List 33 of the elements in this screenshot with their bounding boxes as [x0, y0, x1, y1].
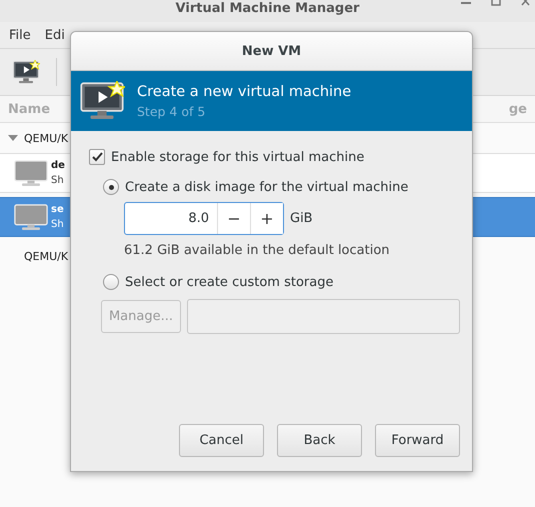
expander-icon[interactable]	[8, 135, 18, 141]
dialog-button[interactable]: Forward	[375, 424, 460, 457]
radio-label: Create a disk image for the virtual machine	[125, 180, 408, 194]
window-title: Virtual Machine Manager	[176, 1, 360, 16]
check-icon	[92, 152, 102, 162]
increment-button[interactable]: +	[250, 203, 283, 234]
close-icon[interactable]	[521, 0, 531, 6]
checkbox[interactable]	[89, 149, 105, 165]
radio-button[interactable]	[103, 274, 119, 290]
dialog-title: New VM	[242, 44, 302, 58]
radio-label: Select or create custom storage	[125, 274, 334, 290]
connection-name: QEMU/K	[24, 132, 68, 144]
checkbox-label: Enable storage for this virtual machine	[111, 150, 364, 164]
unit-label: GiB	[290, 211, 313, 226]
vm-icon	[79, 81, 125, 121]
size-field[interactable]: 8.0 − +	[124, 202, 284, 235]
radio-button[interactable]	[103, 179, 119, 195]
dialog-button[interactable]: Cancel	[179, 424, 264, 457]
maximize-icon[interactable]	[491, 0, 501, 6]
vm-name: se	[51, 203, 64, 217]
new-vm-icon	[12, 60, 40, 84]
menu-item[interactable]: Edi	[44, 28, 65, 42]
connection-name: QEMU/K	[24, 250, 68, 262]
vm-status: Sh	[51, 174, 65, 188]
available-space-text: 61.2 GiB available in the default location	[124, 243, 390, 258]
vm-status: Sh	[51, 218, 64, 232]
header-title: Create a new virtual machine	[137, 84, 352, 100]
vm-name: de	[51, 159, 65, 173]
monitor-icon	[14, 204, 48, 230]
step-label: Step 4 of 5	[137, 104, 206, 118]
menu-item[interactable]: File	[9, 28, 31, 42]
monitor-icon	[14, 160, 48, 186]
dialog-button[interactable]: Back	[277, 424, 362, 457]
